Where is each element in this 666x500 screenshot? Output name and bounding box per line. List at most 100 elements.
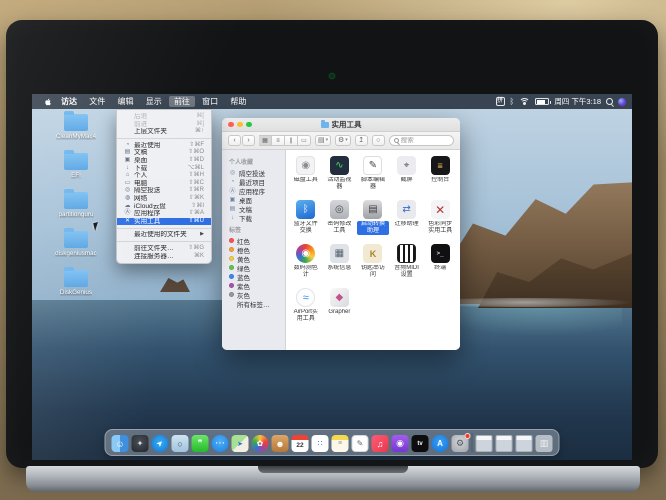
- go-menu-item[interactable]: ▣ 桌面 ⇧⌘D: [117, 157, 211, 165]
- menu-bar-item[interactable]: 前往: [169, 96, 195, 107]
- digital-color-meter-icon[interactable]: ◉: [296, 244, 315, 263]
- desktop-folder[interactable]: CleanMyMac4: [40, 114, 112, 140]
- notes-dock-icon[interactable]: ≡: [332, 435, 349, 452]
- maps-dock-icon[interactable]: ➤: [232, 435, 249, 452]
- share-button[interactable]: ↥: [355, 135, 368, 146]
- console-icon[interactable]: ≣: [431, 156, 450, 175]
- menu-bar-item[interactable]: 编辑: [112, 96, 138, 107]
- launchpad-dock-icon[interactable]: ✦: [132, 435, 149, 452]
- preview-dock-icon[interactable]: ○: [172, 435, 189, 452]
- textedit-dock-icon[interactable]: ✎: [352, 435, 369, 452]
- music-dock-icon[interactable]: ♫: [372, 435, 389, 452]
- app-item[interactable]: ▤ 启动转换助理: [357, 200, 389, 235]
- go-menu-item[interactable]: ☁ iCloud云盘 ⇧⌘I: [117, 203, 211, 211]
- search-field[interactable]: [389, 135, 454, 146]
- podcasts-dock-icon[interactable]: ◉: [392, 435, 409, 452]
- tags-button[interactable]: ○: [372, 135, 385, 146]
- finder-dock-icon[interactable]: ☺: [112, 435, 129, 452]
- input-method-icon[interactable]: 拼: [496, 97, 505, 106]
- desktop-folder[interactable]: EFI: [40, 153, 112, 179]
- calendar-dock-icon[interactable]: 22: [292, 435, 309, 452]
- trash-dock-icon[interactable]: ▥: [536, 435, 553, 452]
- disk-utility-icon[interactable]: ◉: [296, 156, 315, 175]
- group-by-button[interactable]: ▤ ▾: [315, 135, 331, 146]
- go-menu-item[interactable]: ✕ 实用工具 ⇧⌘U: [117, 218, 211, 226]
- dock-divider[interactable]: [472, 433, 473, 452]
- app-item[interactable]: ⇄ 迁移助理: [391, 200, 423, 235]
- app-item[interactable]: ◉ 数码测色计: [290, 244, 322, 279]
- go-menu-item[interactable]: ⌂ 个人 ⇧⌘H: [117, 172, 211, 180]
- apple-logo-icon[interactable]: [44, 97, 52, 107]
- app-item[interactable]: ◎ 密码修改工具: [324, 200, 356, 235]
- airport-utility-icon[interactable]: ≈: [296, 288, 315, 307]
- minimized-window-icon[interactable]: [476, 435, 493, 452]
- app-store-dock-icon[interactable]: A: [432, 435, 449, 452]
- view-mode-button[interactable]: ▭: [298, 135, 311, 146]
- bluetooth-icon[interactable]: ᛒ: [510, 98, 515, 106]
- boot-camp-assistant-icon[interactable]: ▤: [363, 200, 382, 219]
- go-menu-item[interactable]: 连接服务器… ⌘K: [117, 253, 211, 261]
- sidebar-item[interactable]: Ⓐ 应用程序: [229, 186, 285, 195]
- system-preferences-dock-icon[interactable]: ⚙: [452, 435, 469, 452]
- screenshot-icon[interactable]: ⌖: [397, 156, 416, 175]
- app-item[interactable]: ≣ 控制台: [424, 156, 456, 191]
- app-item[interactable]: ✎ 脚本编辑器: [357, 156, 389, 191]
- zoom-button[interactable]: [246, 122, 252, 128]
- grapher-icon[interactable]: ◆: [330, 288, 349, 307]
- go-menu-item[interactable]: Ⓐ 应用程序 ⇧⌘A: [117, 210, 211, 218]
- app-item[interactable]: ≈ AirPort实用工具: [290, 288, 322, 323]
- view-mode-button[interactable]: ▦: [259, 135, 272, 146]
- siri-icon[interactable]: [618, 98, 626, 106]
- menu-bar-clock[interactable]: 周四 下午3:18: [554, 96, 601, 107]
- app-item[interactable]: K 钥匙串访问: [357, 244, 389, 279]
- go-menu-item[interactable]: [117, 228, 211, 229]
- messages-dock-icon[interactable]: ❞: [192, 435, 209, 452]
- password-tool-safe-icon[interactable]: ◎: [330, 200, 349, 219]
- menu-bar-item[interactable]: 显示: [141, 96, 167, 107]
- reminders-dock-icon[interactable]: ∷: [312, 435, 329, 452]
- desktop-folder[interactable]: partitionguru: [40, 192, 112, 218]
- tag-item[interactable]: 所有标签…: [229, 299, 285, 308]
- app-item[interactable]: 音频MIDI设置: [391, 244, 423, 279]
- script-editor-icon[interactable]: ✎: [363, 156, 382, 175]
- sidebar-item[interactable]: ▣ 桌面: [229, 195, 285, 204]
- app-item[interactable]: >_ 终端: [424, 244, 456, 279]
- minimized-window-icon[interactable]: [496, 435, 513, 452]
- audio-midi-setup-icon[interactable]: [397, 244, 416, 263]
- close-button[interactable]: [228, 122, 234, 128]
- wifi-icon[interactable]: [519, 98, 530, 106]
- terminal-icon[interactable]: >_: [431, 244, 450, 263]
- menu-bar-item[interactable]: 帮助: [225, 96, 251, 107]
- sidebar-item[interactable]: ▤ 文稿: [229, 204, 285, 213]
- forward-button[interactable]: ›: [242, 135, 255, 146]
- go-menu-item[interactable]: ◎ 隔空投送 ⇧⌘R: [117, 187, 211, 195]
- safari-dock-icon[interactable]: ➤: [152, 435, 169, 452]
- app-item[interactable]: ⌖ 截屏: [391, 156, 423, 191]
- battery-icon[interactable]: [535, 98, 549, 105]
- go-menu-item[interactable]: 前往文件夹… ⇧⌘G: [117, 245, 211, 253]
- back-button[interactable]: ‹: [228, 135, 241, 146]
- go-menu-item[interactable]: [117, 241, 211, 242]
- migration-assistant-icon[interactable]: ⇄: [397, 200, 416, 219]
- app-item[interactable]: ◆ Grapher: [324, 288, 356, 323]
- desktop-folder[interactable]: diskgeniusmac: [40, 231, 112, 257]
- activity-monitor-icon[interactable]: ∿: [330, 156, 349, 175]
- spotlight-icon[interactable]: [606, 98, 613, 105]
- minimize-button[interactable]: [237, 122, 243, 128]
- photos-dock-icon[interactable]: ✿: [252, 435, 269, 452]
- bluetooth-file-exchange-icon[interactable]: ᛒ: [296, 200, 315, 219]
- menu-bar-item[interactable]: 窗口: [197, 96, 223, 107]
- app-item[interactable]: ◉ 磁盘工具: [290, 156, 322, 191]
- system-information-icon[interactable]: ▦: [330, 244, 349, 263]
- sidebar-item[interactable]: ↓ 下载: [229, 213, 285, 222]
- menu-bar-item[interactable]: 文件: [84, 96, 110, 107]
- app-item[interactable]: ᛒ 蓝牙文件交换: [290, 200, 322, 235]
- contacts-dock-icon[interactable]: ☻: [272, 435, 289, 452]
- menu-bar-item[interactable]: 访达: [56, 96, 82, 107]
- app-item[interactable]: ▦ 系统信息: [324, 244, 356, 279]
- go-menu-item[interactable]: [117, 138, 211, 139]
- chat-dock-icon[interactable]: ⋯: [212, 435, 229, 452]
- app-item[interactable]: ∿ 活动监视器: [324, 156, 356, 191]
- app-item[interactable]: ✕ 色彩同步实用工具: [424, 200, 456, 235]
- keychain-access-icon[interactable]: K: [363, 244, 382, 263]
